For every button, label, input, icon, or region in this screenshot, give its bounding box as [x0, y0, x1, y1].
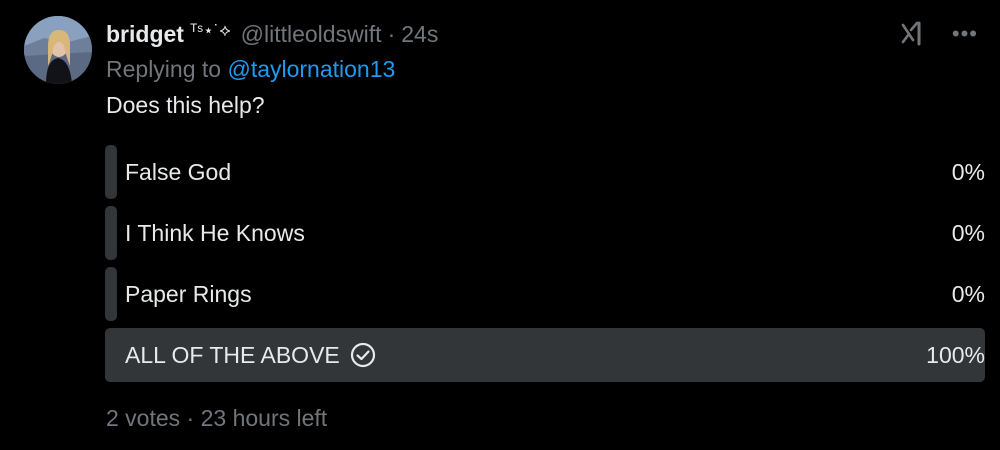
- poll-time-left: 23 hours left: [200, 405, 328, 431]
- avatar-image: [24, 16, 92, 84]
- poll-option-percent: 0%: [951, 219, 985, 246]
- poll-option-label: False God: [125, 158, 232, 185]
- poll-option-selected: ALL OF THE ABOVE 100%: [105, 328, 985, 382]
- poll-option-percent: 100%: [926, 341, 985, 368]
- replying-to: Replying to @taylornation13: [106, 56, 395, 83]
- poll-option-label: ALL OF THE ABOVE: [105, 342, 376, 369]
- poll: False God 0% I Think He Knows 0% Paper R…: [105, 145, 985, 389]
- more-options-icon[interactable]: •••: [952, 20, 978, 48]
- poll-option: False God 0%: [105, 145, 985, 199]
- poll-option-percent: 0%: [951, 158, 985, 185]
- poll-option-label: I Think He Knows: [125, 219, 305, 246]
- timestamp[interactable]: 24s: [401, 21, 438, 48]
- poll-footer: 2 votes · 23 hours left: [106, 405, 327, 432]
- grok-icon[interactable]: [900, 20, 928, 48]
- poll-option: Paper Rings 0%: [105, 267, 985, 321]
- user-handle[interactable]: @littleoldswift: [241, 21, 382, 48]
- tweet-header: bridget ᵀˢ⋆˙⟡ @littleoldswift · 24s: [106, 18, 438, 50]
- replying-prefix: Replying to: [106, 56, 228, 82]
- poll-vote-count: 2 votes: [106, 405, 181, 431]
- poll-option: I Think He Knows 0%: [105, 206, 985, 260]
- poll-option-label-text: ALL OF THE ABOVE: [125, 341, 340, 368]
- header-separator: ·: [387, 20, 396, 47]
- poll-option-percent: 0%: [951, 280, 985, 307]
- poll-footer-separator: ·: [186, 405, 195, 431]
- display-name[interactable]: bridget: [106, 21, 184, 48]
- poll-option-label: Paper Rings: [125, 280, 252, 307]
- replying-mention-link[interactable]: @taylornation13: [227, 56, 395, 82]
- avatar[interactable]: [24, 16, 92, 84]
- tweet[interactable]: bridget ᵀˢ⋆˙⟡ @littleoldswift · 24s ••• …: [0, 0, 1000, 450]
- check-circle-icon: [350, 342, 375, 368]
- tweet-actions-top: •••: [900, 20, 978, 48]
- name-decoration: ᵀˢ⋆˙⟡: [189, 21, 231, 40]
- tweet-text: Does this help?: [106, 92, 265, 118]
